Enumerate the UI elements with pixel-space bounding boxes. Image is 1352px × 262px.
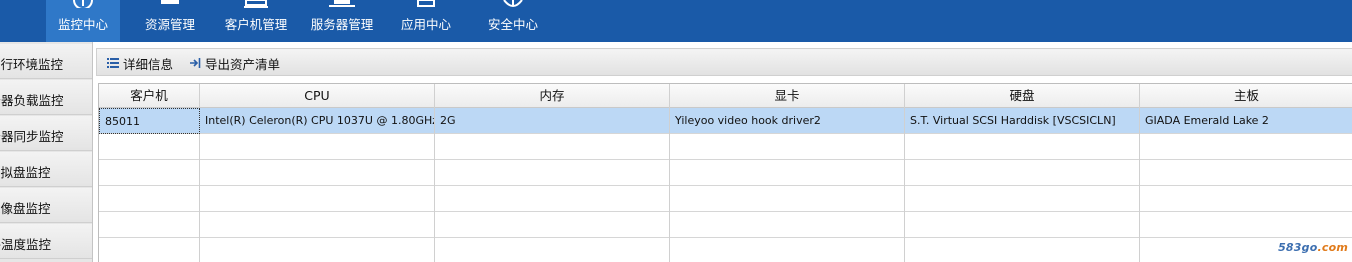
sidebar-item-label: 虚拟盘监控 <box>0 165 51 180</box>
nav-security-center[interactable]: 安全中心 <box>480 0 546 42</box>
top-navigation-bar: 页 监控中心 资源管理 客户机管理 服务器管理 应用中心 <box>0 0 1352 42</box>
column-header-memory[interactable]: 内存 <box>435 84 670 108</box>
cell-client[interactable]: 85011 <box>99 108 200 134</box>
nav-application-center[interactable]: 应用中心 <box>394 0 458 42</box>
nav-security-label: 安全中心 <box>487 17 538 32</box>
client-computer-icon <box>244 0 268 8</box>
empty-cell <box>99 186 200 212</box>
empty-table-row[interactable] <box>99 134 1352 160</box>
shield-icon <box>503 0 523 7</box>
sidebar-item-label: 服务器同步监控 <box>0 129 64 144</box>
empty-table-row[interactable] <box>99 160 1352 186</box>
cell-memory[interactable]: 2G <box>435 108 670 134</box>
column-header-cpu[interactable]: CPU <box>200 84 435 108</box>
nav-monitor-label: 监控中心 <box>57 17 108 32</box>
sidebar-item-hardware-temp[interactable]: 硬件温度监控 <box>0 224 92 259</box>
nav-server-management[interactable]: 服务器管理 <box>304 0 380 42</box>
sidebar-item-label: 服务器负载监控 <box>0 93 64 108</box>
empty-cell <box>905 212 1140 238</box>
asset-table: 客户机 CPU 内存 显卡 硬盘 主板 85011 Intel(R) Celer… <box>98 83 1352 262</box>
column-header-client[interactable]: 客户机 <box>99 84 200 108</box>
empty-cell <box>905 238 1140 262</box>
toolbar: 详细信息 导出资产清单 <box>96 48 1352 76</box>
empty-cell <box>905 160 1140 186</box>
empty-cell <box>435 238 670 262</box>
empty-cell <box>99 238 200 262</box>
empty-cell <box>670 186 905 212</box>
sidebar-item-server-sync[interactable]: 服务器同步监控 <box>0 116 92 151</box>
nav-monitor-center[interactable]: 监控中心 <box>46 0 120 42</box>
cell-graphics[interactable]: Yileyoo video hook driver2 <box>670 108 905 134</box>
application-icon <box>417 0 435 7</box>
cell-motherboard[interactable]: GIADA Emerald Lake 2 <box>1140 108 1352 134</box>
sidebar-item-label: 运行环境监控 <box>0 57 64 72</box>
empty-table-row[interactable] <box>99 186 1352 212</box>
empty-cell <box>1140 212 1352 238</box>
column-header-motherboard[interactable]: 主板 <box>1140 84 1352 108</box>
empty-cell <box>435 160 670 186</box>
empty-cell <box>670 134 905 160</box>
detail-info-button[interactable]: 详细信息 <box>107 54 173 72</box>
empty-cell <box>200 160 435 186</box>
empty-cell <box>435 212 670 238</box>
empty-cell <box>435 134 670 160</box>
nav-clients-label: 客户机管理 <box>224 17 288 32</box>
resource-icon <box>161 0 179 4</box>
empty-cell <box>670 160 905 186</box>
server-icon <box>329 0 355 7</box>
watermark-main: 583go <box>1278 241 1318 254</box>
empty-cell <box>200 134 435 160</box>
sidebar-item-label: 硬件温度监控 <box>0 237 52 252</box>
sidebar-item-label: 镜像盘监控 <box>0 201 51 216</box>
empty-cell <box>1140 160 1352 186</box>
empty-cell <box>1140 134 1352 160</box>
cell-cpu[interactable]: Intel(R) Celeron(R) CPU 1037U @ 1.80GHz <box>200 108 435 134</box>
watermark-accent: .com <box>1317 241 1348 254</box>
nav-servers-label: 服务器管理 <box>310 17 374 32</box>
nav-assets-label: 资源管理 <box>144 17 195 32</box>
empty-table-row[interactable] <box>99 238 1352 262</box>
column-header-graphics[interactable]: 显卡 <box>670 84 905 108</box>
table-row[interactable]: 85011 Intel(R) Celeron(R) CPU 1037U @ 1.… <box>99 108 1352 134</box>
list-icon <box>107 58 119 68</box>
sidebar: 运行环境监控 服务器负载监控 服务器同步监控 虚拟盘监控 镜像盘监控 硬件温度监… <box>0 42 93 262</box>
sidebar-item-server-load[interactable]: 服务器负载监控 <box>0 80 92 115</box>
empty-cell <box>99 212 200 238</box>
nav-home-label: 页 <box>0 14 20 33</box>
table-header: 客户机 CPU 内存 显卡 硬盘 主板 <box>99 84 1352 108</box>
empty-cell <box>99 160 200 186</box>
sidebar-item-runtime-env[interactable]: 运行环境监控 <box>0 44 92 79</box>
column-header-harddisk[interactable]: 硬盘 <box>905 84 1140 108</box>
nav-client-management[interactable]: 客户机管理 <box>218 0 294 42</box>
cell-harddisk[interactable]: S.T. Virtual SCSI Harddisk [VSCSICLN] <box>905 108 1140 134</box>
empty-cell <box>200 186 435 212</box>
nav-apps-label: 应用中心 <box>400 17 451 32</box>
empty-cell <box>905 134 1140 160</box>
nav-resource-management[interactable]: 资源管理 <box>134 0 206 42</box>
empty-cell <box>1140 186 1352 212</box>
empty-cell <box>200 238 435 262</box>
monitor-icon <box>73 0 93 8</box>
nav-home[interactable]: 页 <box>0 0 20 42</box>
site-watermark: 583go.com <box>1278 241 1348 254</box>
export-asset-list-label: 导出资产清单 <box>205 56 281 72</box>
export-icon <box>190 58 201 68</box>
detail-info-label: 详细信息 <box>123 56 174 72</box>
empty-cell <box>670 238 905 262</box>
sidebar-item-virtual-disk[interactable]: 虚拟盘监控 <box>0 152 92 187</box>
empty-cell <box>670 212 905 238</box>
export-asset-list-button[interactable]: 导出资产清单 <box>189 54 280 72</box>
empty-table-row[interactable] <box>99 212 1352 238</box>
sidebar-item-image-disk[interactable]: 镜像盘监控 <box>0 188 92 223</box>
empty-cell <box>200 212 435 238</box>
empty-cell <box>99 134 200 160</box>
empty-cell <box>435 186 670 212</box>
empty-cell <box>905 186 1140 212</box>
